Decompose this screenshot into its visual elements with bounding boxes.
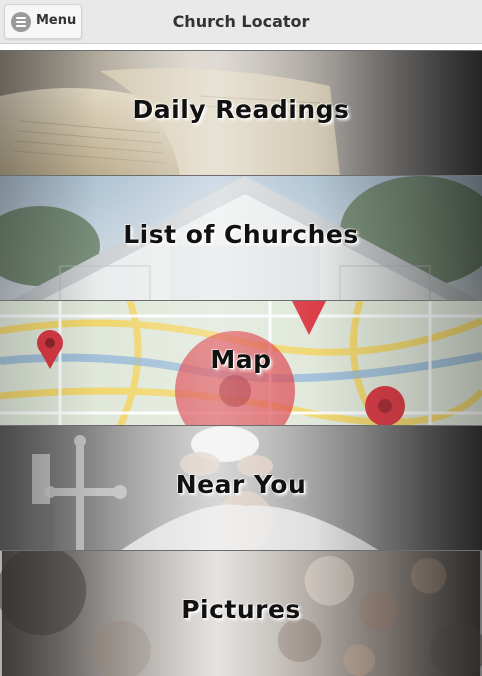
- tile-list-of-churches[interactable]: List of Churches: [0, 175, 482, 300]
- tile-pictures[interactable]: Pictures: [0, 550, 482, 676]
- tile-label-pictures: Pictures: [181, 595, 301, 624]
- tile-map[interactable]: Map: [0, 300, 482, 425]
- tile-label-near-you: Near You: [175, 470, 307, 499]
- tile-near-you[interactable]: Near You: [0, 425, 482, 550]
- tile-label-daily-readings: Daily Readings: [132, 95, 350, 124]
- page-title: Church Locator: [172, 12, 310, 31]
- tile-daily-readings[interactable]: Daily Readings: [0, 50, 482, 175]
- app-screen: Menu Church Locator Daily Readings List …: [0, 0, 482, 676]
- tile-label-list-of-churches: List of Churches: [123, 220, 359, 249]
- tile-label-map: Map: [210, 345, 272, 374]
- header-bar: Menu Church Locator: [0, 0, 482, 44]
